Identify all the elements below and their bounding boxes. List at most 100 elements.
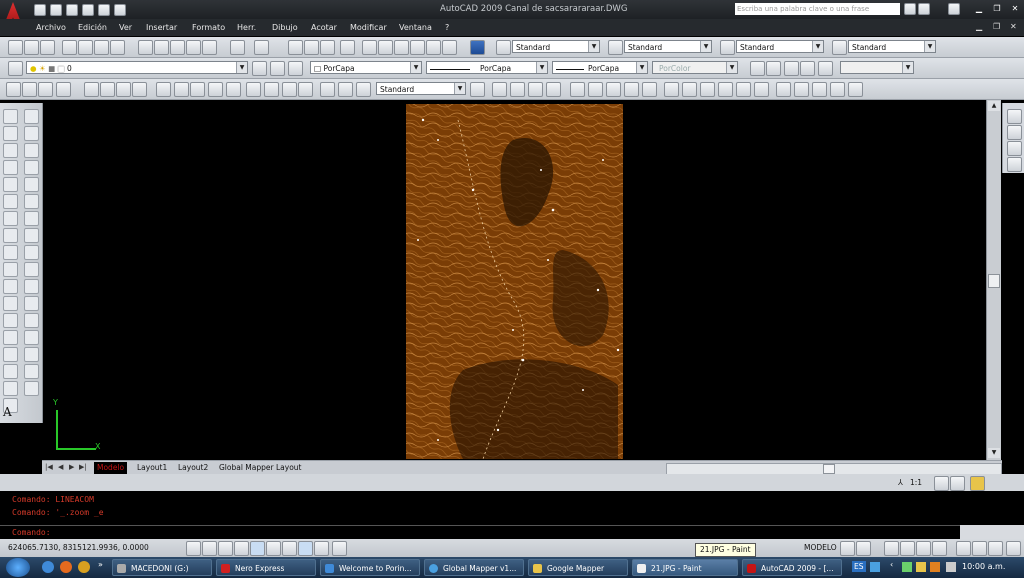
plot-preview-icon[interactable]: [78, 40, 93, 55]
dim-edit-icon[interactable]: [320, 82, 335, 97]
task-autocad[interactable]: AutoCAD 2009 - [...: [742, 559, 842, 576]
auto-scale-icon[interactable]: [950, 476, 965, 491]
right-tool-icon-3[interactable]: [1007, 141, 1022, 156]
linetype-select[interactable]: PorCapa ▼: [426, 61, 548, 74]
baseline-dim-icon[interactable]: [174, 82, 189, 97]
dim-style-control-select[interactable]: Standard ▼: [376, 82, 466, 95]
layer-tool-icon-4[interactable]: [624, 82, 639, 97]
tray-icon-2[interactable]: [902, 562, 912, 572]
3d-dwf-icon[interactable]: [110, 40, 125, 55]
rectangle-icon[interactable]: [3, 177, 18, 192]
table-style-icon[interactable]: [720, 40, 735, 55]
undo-arrow-icon[interactable]: [230, 40, 245, 55]
tray-expand-icon[interactable]: ‹: [890, 560, 893, 569]
tab-layout1[interactable]: Layout1: [134, 462, 170, 474]
plot-icon[interactable]: [62, 40, 77, 55]
status-menu-icon[interactable]: [988, 541, 1003, 556]
draworder-icon-2[interactable]: [794, 82, 809, 97]
layer-tool-icon-5[interactable]: [642, 82, 657, 97]
linear-dim-icon[interactable]: [6, 82, 21, 97]
pan-icon[interactable]: [288, 40, 303, 55]
vertical-scrollbar[interactable]: ▲ ▼: [986, 100, 1001, 460]
polygon-icon[interactable]: [3, 160, 18, 175]
copy-icon[interactable]: [154, 40, 169, 55]
jogged-dim-icon[interactable]: [100, 82, 115, 97]
layer-tool-icon-8[interactable]: [700, 82, 715, 97]
ordinate-dim-icon[interactable]: [56, 82, 71, 97]
markup-icon[interactable]: [426, 40, 441, 55]
status-fullscreen-icon[interactable]: [1006, 541, 1021, 556]
prev-tab-arrow[interactable]: ◀: [58, 463, 63, 471]
ellipse-arc-icon[interactable]: [3, 279, 18, 294]
layer-tool-icon-6[interactable]: [664, 82, 679, 97]
circle-icon[interactable]: [3, 211, 18, 226]
zoom-window-icon[interactable]: [320, 40, 335, 55]
task-google-mapper[interactable]: Google Mapper: [528, 559, 628, 576]
layer-states-icon[interactable]: [288, 61, 303, 76]
next-tab-arrow[interactable]: ▶: [69, 463, 74, 471]
break-icon[interactable]: [24, 313, 39, 328]
favorites-star-icon[interactable]: [948, 3, 960, 15]
tray-icon-4[interactable]: [930, 562, 940, 572]
dim-style-manager-icon[interactable]: [470, 82, 485, 97]
offset-icon[interactable]: [24, 160, 39, 175]
ie-quicklaunch-icon[interactable]: [42, 561, 54, 573]
scroll-down-arrow[interactable]: ▼: [988, 448, 1000, 458]
move-object-icon[interactable]: [24, 194, 39, 209]
osnap-icon[interactable]: [250, 541, 265, 556]
layer-previous-icon[interactable]: [270, 61, 285, 76]
qnew-icon[interactable]: [8, 40, 23, 55]
showmotion-icon[interactable]: [932, 541, 947, 556]
menu-dibujo[interactable]: Dibujo: [272, 23, 298, 32]
coordinates-readout[interactable]: 624065.7130, 8315121.9936, 0.0000: [8, 543, 149, 552]
polyline-icon[interactable]: [3, 143, 18, 158]
draworder-icon-4[interactable]: [830, 82, 845, 97]
design-center-icon[interactable]: [378, 40, 393, 55]
print-icon[interactable]: [82, 4, 94, 16]
radius-dim-icon[interactable]: [84, 82, 99, 97]
jogged-linear-icon[interactable]: [298, 82, 313, 97]
draworder-icon-5[interactable]: [848, 82, 863, 97]
text-style-select[interactable]: Standard ▼: [512, 40, 600, 53]
erase-icon[interactable]: [24, 109, 39, 124]
tolerance-icon[interactable]: [246, 82, 261, 97]
fillet-icon[interactable]: [24, 364, 39, 379]
spline-icon[interactable]: [3, 245, 18, 260]
array-icon[interactable]: [24, 177, 39, 192]
properties-icon[interactable]: [362, 40, 377, 55]
dyn-icon[interactable]: [298, 541, 313, 556]
zoom-status-icon[interactable]: [900, 541, 915, 556]
tray-icon-3[interactable]: [916, 562, 926, 572]
view-toolbar-icon-1[interactable]: [750, 61, 765, 76]
arc-length-icon[interactable]: [38, 82, 53, 97]
clock[interactable]: 10:00 a.m.: [962, 562, 1005, 571]
ducs-icon[interactable]: [282, 541, 297, 556]
close-button[interactable]: ✕: [1008, 4, 1022, 15]
extend-icon[interactable]: [24, 279, 39, 294]
command-scrollbar[interactable]: [960, 525, 1024, 539]
new-icon[interactable]: [34, 4, 46, 16]
center-mark-icon[interactable]: [264, 82, 279, 97]
lwt-icon[interactable]: [314, 541, 329, 556]
continue-dim-icon[interactable]: [190, 82, 205, 97]
mediaplayer-quicklaunch-icon[interactable]: [78, 561, 90, 573]
ortho-icon[interactable]: [218, 541, 233, 556]
otrack-icon[interactable]: [266, 541, 281, 556]
first-tab-arrow[interactable]: |◀: [45, 463, 53, 471]
inspection-icon[interactable]: [282, 82, 297, 97]
make-block-icon[interactable]: [3, 313, 18, 328]
grid-icon[interactable]: [202, 541, 217, 556]
minimize-button[interactable]: ▁: [972, 4, 986, 15]
layer-tool-icon-3[interactable]: [606, 82, 621, 97]
view-toolbar-icon-3[interactable]: [784, 61, 799, 76]
multiline-text-icon[interactable]: A: [3, 405, 12, 419]
cut-icon[interactable]: [138, 40, 153, 55]
view-toolbar-icon-5[interactable]: [818, 61, 833, 76]
task-nero-express[interactable]: Nero Express: [216, 559, 316, 576]
block-editor-icon[interactable]: [202, 40, 217, 55]
region-icon[interactable]: [3, 381, 18, 396]
right-tool-icon-2[interactable]: [1007, 125, 1022, 140]
hscroll-thumb[interactable]: [823, 464, 835, 474]
join-icon[interactable]: [24, 330, 39, 345]
ellipse-icon[interactable]: [3, 262, 18, 277]
